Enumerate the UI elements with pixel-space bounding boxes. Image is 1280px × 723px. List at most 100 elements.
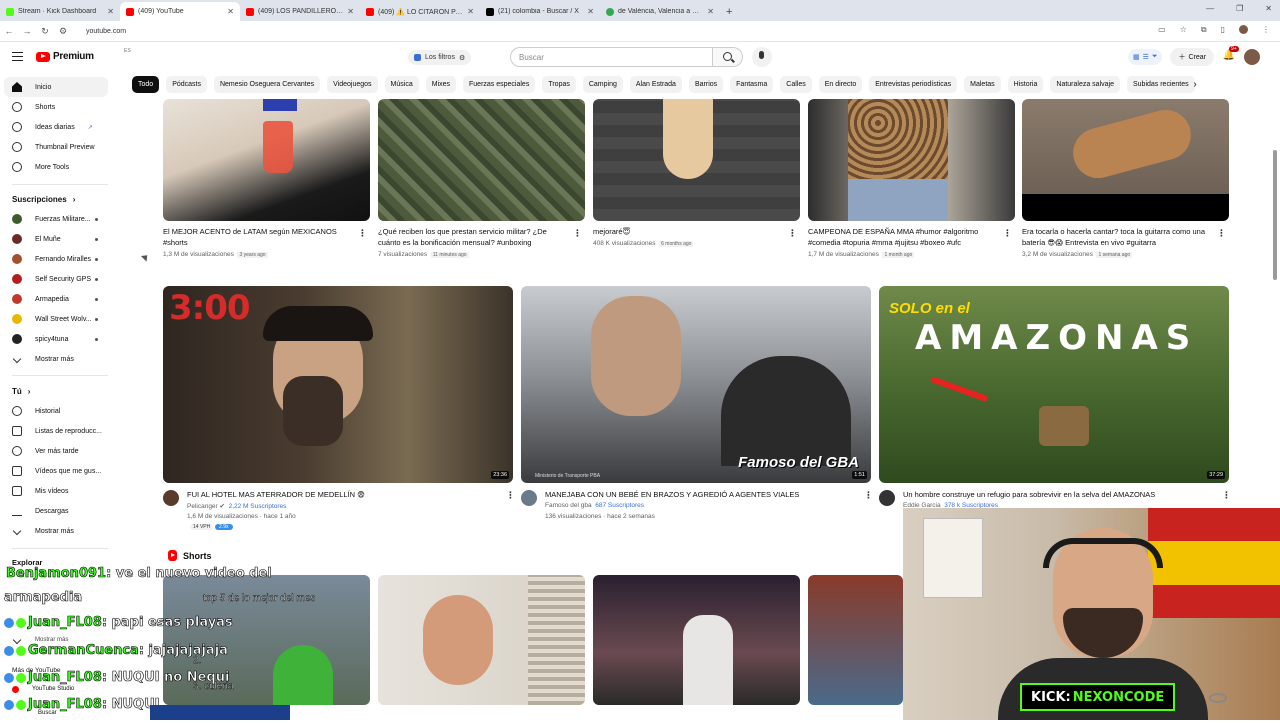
video-thumbnail[interactable] xyxy=(1022,99,1229,221)
chip-maletas[interactable]: Maletas xyxy=(964,76,1001,93)
video-thumbnail[interactable] xyxy=(808,99,1015,221)
new-tab-button[interactable]: + xyxy=(720,6,738,21)
close-icon[interactable]: ✕ xyxy=(467,7,474,16)
chip-fuerzas-especiales[interactable]: Fuerzas especiales xyxy=(463,76,536,93)
more-options-icon[interactable]: ⋮ xyxy=(1003,228,1012,239)
tab-kick-dashboard[interactable]: Stream · Kick Dashboard ✕ xyxy=(0,2,120,21)
chip-mixes[interactable]: Mixes xyxy=(425,76,457,93)
chip-pódcasts[interactable]: Pódcasts xyxy=(166,76,207,93)
voice-search-icon[interactable] xyxy=(752,47,772,67)
tab-maps[interactable]: de València, Valencia a Badajo✕ xyxy=(600,2,720,21)
video-title[interactable]: CAMPEONA DE ESPAÑA MMA #humor #algoritmo… xyxy=(808,226,993,248)
sidebar-item-ideas[interactable]: Ideas diarias ↗ xyxy=(4,117,108,137)
video-title[interactable]: MANEJABA CON UN BEBÉ EN BRAZOS Y AGREDIÓ… xyxy=(545,489,855,500)
close-icon[interactable]: ✕ xyxy=(107,7,114,16)
video-thumbnail[interactable] xyxy=(378,99,585,221)
show-more-you[interactable]: Mostrar más xyxy=(4,521,108,541)
chip-barrios[interactable]: Barrios xyxy=(688,76,724,93)
minimize-icon[interactable]: — xyxy=(1206,4,1214,13)
notifications-bell-icon[interactable]: 🔔 9+ xyxy=(1222,46,1239,64)
browser-menu-icon[interactable]: ⋮ xyxy=(1262,25,1270,35)
tab-pandilleros[interactable]: (409) LOS PANDILLEROS DE CA ✕ xyxy=(240,2,360,21)
cast-icon[interactable]: ▭ xyxy=(1158,25,1166,35)
more-options-icon[interactable]: ⋮ xyxy=(1222,490,1231,501)
video-thumbnail[interactable] xyxy=(593,99,800,221)
forward-icon[interactable]: → xyxy=(18,26,36,36)
short-thumbnail[interactable] xyxy=(593,575,800,705)
more-options-icon[interactable]: ⋮ xyxy=(573,228,582,239)
close-icon[interactable]: ✕ xyxy=(707,7,714,16)
channel-avatar[interactable] xyxy=(521,490,537,506)
subscription-item[interactable]: Self Security GPS xyxy=(4,269,108,289)
page-scrollbar[interactable] xyxy=(1273,150,1277,280)
chevron-right-icon[interactable]: › xyxy=(1186,76,1204,94)
chip-historia[interactable]: Historia xyxy=(1007,76,1044,93)
video-title[interactable]: Era tocarla o hacerla cantar? toca la gu… xyxy=(1022,226,1210,248)
chip-entrevistas-periodísticas[interactable]: Entrevistas periodísticas xyxy=(869,76,958,93)
video-title[interactable]: Un hombre construye un refugio para sobr… xyxy=(903,489,1213,500)
sidebar-item-thumbnail-preview[interactable]: Thumbnail Preview xyxy=(4,137,108,157)
sidebar-item-playlists[interactable]: Listas de reproducc... xyxy=(4,421,108,441)
video-thumbnail[interactable]: SOLO en el AMAZONAS 37:29 xyxy=(879,286,1229,483)
sidebar-item-downloads[interactable]: Descargas xyxy=(4,501,108,521)
chip-música[interactable]: Música xyxy=(384,76,419,93)
sidebar-item-watch-later[interactable]: Ver más tarde xyxy=(4,441,108,461)
more-options-icon[interactable]: ⋮ xyxy=(1217,228,1226,239)
chip-subidas-recientes[interactable]: Subidas recientes xyxy=(1126,76,1195,93)
video-title[interactable]: ¿Qué reciben los que prestan servicio mi… xyxy=(378,226,563,248)
sidebar-item-inicio[interactable]: Inicio xyxy=(4,77,108,97)
short-thumbnail[interactable]: top 5 de lo mejor del mes 2. 3. culeria xyxy=(163,575,370,705)
show-more-subscriptions[interactable]: Mostrar más xyxy=(4,349,108,369)
subscription-item[interactable]: El Muñe xyxy=(4,229,108,249)
search-button[interactable] xyxy=(713,47,743,67)
more-options-icon[interactable]: ⋮ xyxy=(864,490,873,501)
sidebar-item-my-videos[interactable]: Mis vídeos xyxy=(4,481,108,501)
sidebar-item-shorts[interactable]: Shorts xyxy=(4,97,108,117)
chip-alan-estrada[interactable]: Alan Estrada xyxy=(629,76,682,93)
sidebar-panel-icon[interactable]: ▯ xyxy=(1221,25,1225,35)
subscriptions-heading[interactable]: Suscripciones › xyxy=(12,195,75,204)
chip-en-directo[interactable]: En directo xyxy=(818,76,863,93)
sidebar-item-historial[interactable]: Historial xyxy=(4,401,108,421)
tab-x-search[interactable]: (21) colombia - Buscar / X ✕ xyxy=(480,2,600,21)
site-info-icon[interactable]: ⚙ xyxy=(54,26,72,37)
subscription-item[interactable]: Fernando Miralles xyxy=(4,249,108,269)
chip-camping[interactable]: Camping xyxy=(582,76,623,93)
subscription-item[interactable]: spicy4tuna xyxy=(4,329,108,349)
bookmark-star-icon[interactable]: ☆ xyxy=(1180,25,1187,35)
channel-avatar[interactable] xyxy=(879,490,895,506)
channel-name[interactable]: Pelicanger xyxy=(187,503,218,510)
url-field[interactable]: youtube.com xyxy=(86,28,126,35)
search-input[interactable]: Buscar xyxy=(510,47,713,67)
close-icon[interactable]: ✕ xyxy=(587,7,594,16)
tab-citaron[interactable]: (409) ⚠️ LO CITARON PARA CI ✕ xyxy=(360,2,480,21)
tab-youtube[interactable]: (409) YouTube ✕ xyxy=(120,2,240,21)
subscription-item[interactable]: Armapedia xyxy=(4,289,108,309)
sidebar-item-liked[interactable]: Vídeos que me gus... xyxy=(4,461,108,481)
more-options-icon[interactable]: ⋮ xyxy=(788,228,797,239)
you-heading[interactable]: Tú › xyxy=(12,387,30,396)
video-title[interactable]: FUI AL HOTEL MAS ATERRADOR DE MEDELLÍN 😨 xyxy=(187,489,487,500)
close-icon[interactable]: ✕ xyxy=(227,7,234,16)
hamburger-menu-icon[interactable] xyxy=(12,52,23,61)
chip-calles[interactable]: Calles xyxy=(780,76,812,93)
sidebar-item-more-tools[interactable]: More Tools xyxy=(4,157,108,177)
video-title[interactable]: mejoraré😇 xyxy=(593,226,778,237)
create-button[interactable]: ＋ Crear xyxy=(1170,48,1214,66)
chip-nemesio-oseguera-cervantes[interactable]: Nemesio Oseguera Cervantes xyxy=(213,76,321,93)
profile-icon[interactable] xyxy=(1239,25,1248,34)
chip-videojuegos[interactable]: Videojuegos xyxy=(327,76,378,93)
channel-avatar[interactable] xyxy=(163,490,179,506)
close-icon[interactable]: ✕ xyxy=(347,7,354,16)
extensions-icon[interactable]: ⧉ xyxy=(1201,25,1207,35)
chip-tropas[interactable]: Tropas xyxy=(542,76,576,93)
video-title[interactable]: El MEJOR ACENTO de LATAM según MEXICANOS… xyxy=(163,226,348,248)
maximize-icon[interactable]: ❐ xyxy=(1236,4,1243,13)
youtube-logo[interactable]: Premium ES xyxy=(36,48,131,62)
more-options-icon[interactable]: ⋮ xyxy=(358,228,367,239)
back-icon[interactable]: ← xyxy=(0,26,18,36)
video-thumbnail[interactable] xyxy=(163,99,370,221)
extension-toolbar[interactable]: ▦ ☰ ⏷ xyxy=(1127,49,1163,65)
subscription-item[interactable]: Wall Street Wolv... xyxy=(4,309,108,329)
more-options-icon[interactable]: ⋮ xyxy=(506,490,515,501)
